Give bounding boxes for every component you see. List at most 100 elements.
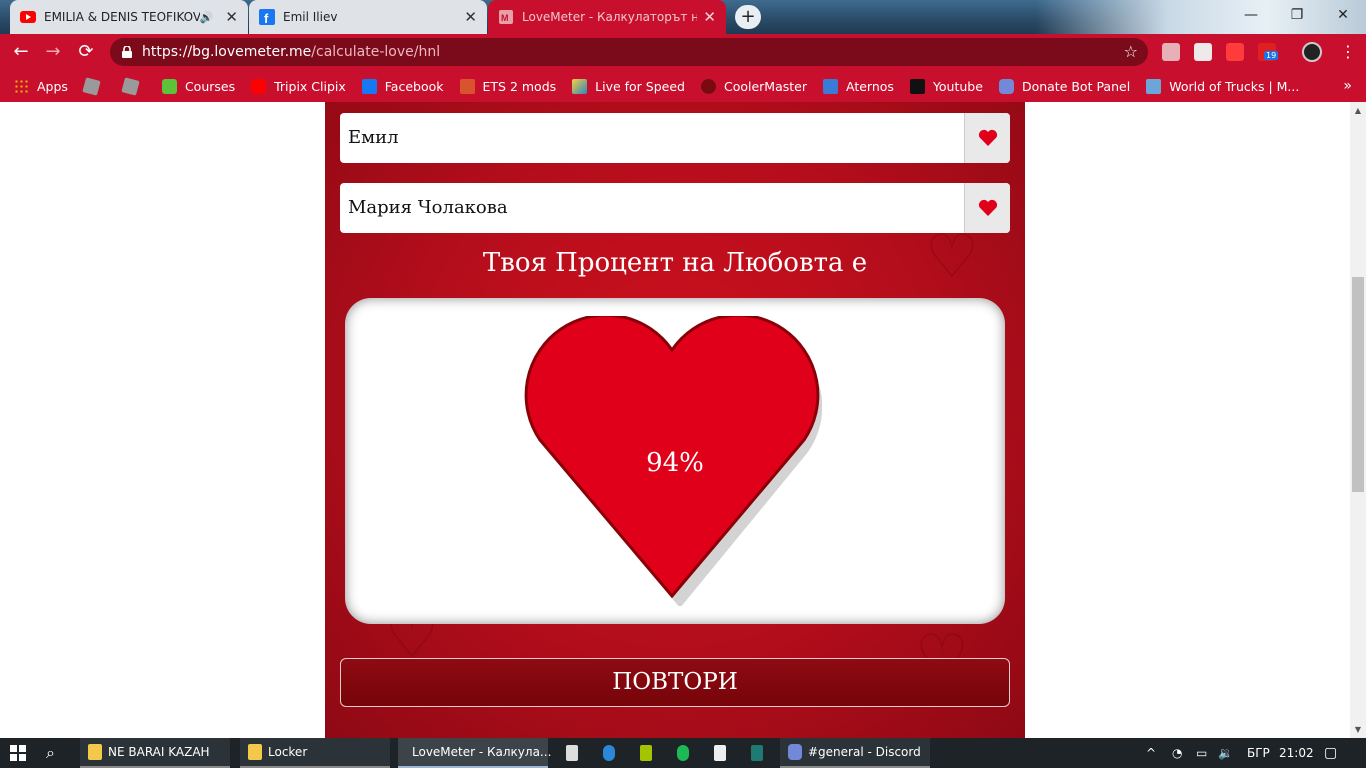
start-button[interactable]: [10, 738, 38, 768]
power-icon[interactable]: ▭: [1196, 738, 1207, 768]
bookmark-label: Youtube: [932, 78, 983, 94]
repeat-button[interactable]: ПОВТОРИ: [340, 658, 1010, 707]
scroll-up-arrow-icon[interactable]: ▲: [1350, 102, 1366, 119]
tab-title: Emil Iliev: [283, 10, 338, 24]
worldoftrucks-icon: [1146, 78, 1162, 94]
close-window-button[interactable]: ✕: [1320, 0, 1366, 30]
search-icon[interactable]: ⌕: [46, 738, 66, 768]
tab-strip: EMILIA & DENIS TEOFIKOV - 🔊 ✕ f Emil Ili…: [0, 0, 1366, 34]
taskbar-window-label: LoveMeter - Калкула...: [412, 745, 552, 759]
extension-1b-icon[interactable]: [1194, 43, 1212, 61]
edge-icon[interactable]: [603, 738, 621, 768]
page-scrollbar[interactable]: ▲ ▼: [1350, 102, 1366, 738]
bookmark-roblox-2[interactable]: [121, 76, 146, 96]
love-percentage: 94%: [646, 448, 704, 478]
network-icon[interactable]: ◔: [1172, 738, 1182, 768]
bookmarks-overflow-button[interactable]: »: [1343, 78, 1352, 94]
clock[interactable]: 21:02: [1279, 738, 1314, 768]
folder-icon: [88, 744, 102, 760]
spotify-icon[interactable]: [677, 738, 695, 768]
speaker-icon[interactable]: 🔊: [200, 11, 214, 24]
roblox-icon: [82, 76, 101, 96]
store-icon[interactable]: [714, 738, 732, 768]
tab-youtube[interactable]: EMILIA & DENIS TEOFIKOV - 🔊 ✕: [10, 0, 248, 34]
new-tab-button[interactable]: +: [735, 5, 761, 29]
minimize-button[interactable]: —: [1228, 0, 1274, 30]
taskbar-window-locker[interactable]: Locker: [240, 738, 390, 768]
scroll-down-arrow-icon[interactable]: ▼: [1350, 721, 1366, 738]
tab-title: EMILIA & DENIS TEOFIKOV -: [44, 10, 200, 24]
lfs-icon: [572, 78, 588, 94]
bookmark-label: Tripix Clipix: [274, 78, 346, 94]
forward-button[interactable]: →: [42, 41, 64, 63]
close-tab-icon[interactable]: ✕: [703, 8, 716, 26]
first-name-value[interactable]: Емил: [340, 113, 964, 163]
discord-icon: [788, 744, 802, 760]
screen: EMILIA & DENIS TEOFIKOV - 🔊 ✕ f Emil Ili…: [0, 0, 1366, 768]
taskbar-window-label: #general - Discord: [808, 745, 921, 759]
youtube-icon: [251, 78, 267, 94]
lock-icon: [122, 46, 132, 58]
url-path: /calculate-love/hnl: [311, 44, 441, 60]
lovemeter-panel: ♡ ♡ ♡ ♡ Емил Мария Чолакова Твоя Процент…: [325, 102, 1025, 738]
bookmark-tripix-clipix[interactable]: Tripix Clipix: [251, 78, 346, 94]
extension-badge-icon[interactable]: 19: [1258, 43, 1279, 61]
tray-chevron-icon[interactable]: ^: [1146, 738, 1156, 768]
heart-icon: [978, 129, 997, 146]
bookmark-coolermaster[interactable]: CoolerMaster: [700, 78, 807, 94]
bookmark-world-of-trucks[interactable]: World of Trucks | M...: [1146, 78, 1299, 94]
first-name-field[interactable]: Емил: [340, 113, 1010, 163]
second-name-field[interactable]: Мария Чолакова: [340, 183, 1010, 233]
menu-kebab-icon[interactable]: ⋮: [1340, 42, 1356, 61]
bookmark-facebook[interactable]: Facebook: [361, 78, 444, 94]
close-tab-icon[interactable]: ✕: [225, 8, 238, 26]
result-heading: Твоя Процент на Любовта е: [482, 248, 868, 278]
extension-chart-icon[interactable]: [1162, 43, 1180, 61]
tab-lovemeter[interactable]: M LoveMeter - Калкулаторът на Ис ✕: [488, 0, 726, 34]
bookmark-label: Courses: [184, 78, 236, 94]
url-host: https://bg.lovemeter.me: [142, 44, 312, 60]
bookmark-live-for-speed[interactable]: Live for Speed: [572, 78, 685, 94]
bookmark-donate-bot-panel[interactable]: Donate Bot Panel: [998, 78, 1130, 94]
youtube-icon: [20, 9, 36, 25]
terminal-icon[interactable]: [751, 738, 769, 768]
address-bar[interactable]: https://bg.lovemeter.me/calculate-love/h…: [110, 38, 1148, 66]
volume-icon[interactable]: 🔉: [1218, 738, 1233, 768]
windows-taskbar: ⌕ NE BARAI KAZAH Locker LoveMeter - Калк…: [0, 738, 1366, 768]
second-name-heart-button[interactable]: [964, 183, 1010, 233]
first-name-heart-button[interactable]: [964, 113, 1010, 163]
notifications-icon[interactable]: ▢: [1324, 738, 1337, 768]
reload-button[interactable]: ⟳: [75, 41, 97, 63]
bookmark-label: CoolerMaster: [723, 78, 807, 94]
svg-text:f: f: [264, 11, 269, 25]
web-page: ♡ ♡ ♡ ♡ Емил Мария Чолакова Твоя Процент…: [0, 102, 1350, 738]
taskbar-window-ne-barai-kazah[interactable]: NE BARAI KAZAH: [80, 738, 230, 768]
extension-thumb-icon[interactable]: [1226, 43, 1244, 61]
bookmark-aternos[interactable]: Aternos: [823, 78, 894, 94]
profile-avatar[interactable]: [1302, 42, 1322, 62]
game-launcher-icon[interactable]: [640, 738, 658, 768]
scroll-thumb[interactable]: [1352, 277, 1364, 492]
taskbar-window-discord[interactable]: #general - Discord: [780, 738, 930, 768]
bookmark-courses[interactable]: Courses: [161, 78, 236, 94]
windows-logo-icon: [10, 745, 26, 761]
second-name-value[interactable]: Мария Чолакова: [340, 183, 964, 233]
taskbar-window-lovemeter[interactable]: LoveMeter - Калкула...: [398, 738, 552, 768]
back-button[interactable]: ←: [10, 41, 32, 63]
language-indicator[interactable]: БГР: [1247, 738, 1270, 768]
bookmark-ets2-mods[interactable]: ETS 2 mods: [459, 78, 557, 94]
url-text: https://bg.lovemeter.me/calculate-love/h…: [142, 44, 440, 60]
bookmark-apps[interactable]: Apps: [14, 78, 68, 94]
heart-icon: [978, 199, 997, 216]
maximize-button[interactable]: ❐: [1274, 0, 1320, 30]
bookmark-label: ETS 2 mods: [482, 78, 557, 94]
bookmark-star-icon[interactable]: ☆: [1124, 42, 1138, 61]
close-tab-icon[interactable]: ✕: [464, 8, 477, 26]
bookmark-roblox-1[interactable]: [82, 76, 107, 96]
mail-icon[interactable]: [566, 738, 584, 768]
tab-facebook[interactable]: f Emil Iliev ✕: [249, 0, 487, 34]
ets-icon: [459, 78, 475, 94]
bookmark-label: Aternos: [846, 78, 894, 94]
bookmark-youtube[interactable]: Youtube: [909, 78, 983, 94]
coolermaster-icon: [700, 78, 716, 94]
